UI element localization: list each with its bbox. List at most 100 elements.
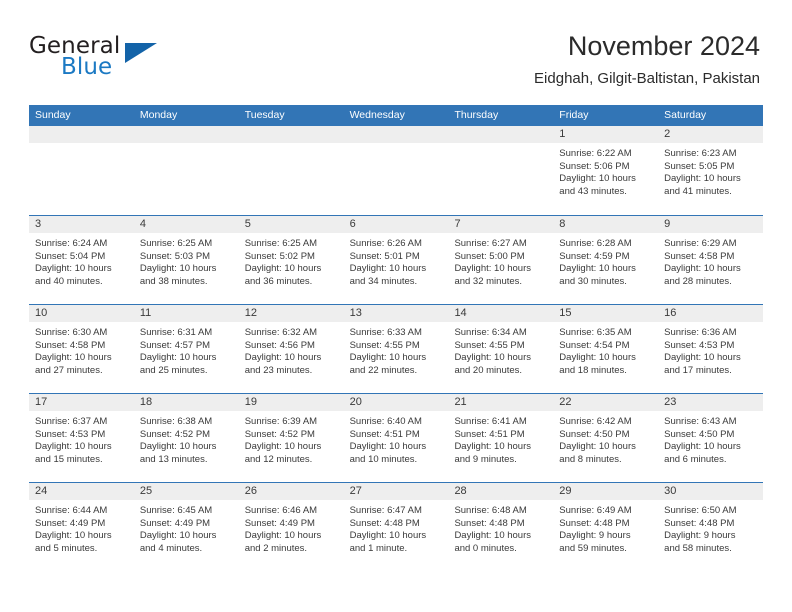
day-cell[interactable]: 17 Sunrise: 6:37 AM Sunset: 4:53 PM Dayligh… — [29, 394, 134, 482]
daylight-duration-line2: and 43 minutes. — [559, 185, 627, 197]
day-cell[interactable]: 4 Sunrise: 6:25 AM Sunset: 5:03 PM Daylight… — [133, 216, 239, 304]
day-cell[interactable]: 27 Sunrise: 6:47 AM Sunset: 4:48 PM Dayligh… — [343, 483, 449, 571]
day-details: Sunrise: 6:38 AM Sunset: 4:52 PM Daylight:… — [134, 411, 239, 466]
day-cell[interactable]: 9 Sunrise: 6:29 AM Sunset: 4:58 PM Daylight… — [658, 216, 764, 304]
day-number: 17 — [29, 394, 134, 411]
day-details: Sunrise: 6:29 AM Sunset: 4:58 PM Daylight:… — [658, 233, 763, 288]
day-cell[interactable]: 1 Sunrise: 6:22 AM Sunset: 5:06 PM Daylight… — [553, 126, 659, 215]
weekday-header-friday: Friday — [559, 109, 589, 121]
day-cell[interactable]: 28 Sunrise: 6:48 AM Sunset: 4:48 PM Dayligh… — [448, 483, 554, 571]
day-cell[interactable]: 19 Sunrise: 6:39 AM Sunset: 4:52 PM Dayligh… — [238, 394, 344, 482]
daylight-duration-line2: and 36 minutes. — [244, 275, 313, 287]
day-cell[interactable]: 3 Sunrise: 6:24 AM Sunset: 5:04 PM Daylight… — [29, 216, 134, 304]
day-details: Sunrise: 6:49 AM Sunset: 4:48 PM Daylight:… — [553, 500, 658, 555]
brand-name-blue: Blue — [61, 54, 113, 80]
calendar-page: General Blue November 2024 Eidghah, Gilg… — [0, 0, 792, 612]
day-details: Sunrise: 6:22 AM Sunset: 5:06 PM Daylight:… — [553, 143, 658, 198]
day-details: Sunrise: 6:41 AM Sunset: 4:51 PM Daylight:… — [448, 411, 553, 466]
day-details: Sunrise: 6:32 AM Sunset: 4:56 PM Daylight:… — [239, 322, 344, 377]
day-number: 4 — [133, 216, 239, 233]
sunrise-time: Sunrise: 6:43 AM — [664, 416, 737, 427]
day-number: 19 — [238, 394, 344, 411]
sunrise-time: Sunrise: 6:25 AM — [244, 238, 318, 249]
day-cell-empty — [448, 126, 554, 215]
sunrise-time: Sunrise: 6:31 AM — [139, 327, 213, 338]
daylight-duration-line1: Daylight: 10 hours — [35, 441, 112, 453]
day-cell[interactable]: 11 Sunrise: 6:31 AM Sunset: 4:57 PM Dayligh… — [133, 305, 239, 393]
daylight-duration-line2: and 23 minutes. — [244, 364, 313, 376]
day-cell[interactable]: 8 Sunrise: 6:28 AM Sunset: 4:59 PM Daylight… — [553, 216, 659, 304]
day-cell[interactable]: 7 Sunrise: 6:27 AM Sunset: 5:00 PM Daylight… — [448, 216, 554, 304]
sunrise-time: Sunrise: 6:35 AM — [559, 327, 632, 338]
day-cell[interactable]: 15 Sunrise: 6:35 AM Sunset: 4:54 PM Dayligh… — [553, 305, 659, 393]
daylight-duration-line2: and 6 minutes. — [664, 453, 727, 465]
daylight-duration-line1: Daylight: 10 hours — [244, 263, 322, 275]
day-details: Sunrise: 6:50 AM Sunset: 4:48 PM Daylight:… — [658, 500, 763, 555]
calendar-grid: Sunday Monday Tuesday Wednesday Thursday Frid… — [29, 105, 764, 571]
daylight-duration-line2: and 9 minutes. — [454, 453, 517, 465]
weekday-header-saturday: Saturday — [664, 109, 707, 121]
daylight-duration-line2: and 15 minutes. — [35, 453, 103, 465]
day-cell[interactable]: 25 Sunrise: 6:45 AM Sunset: 4:49 PM Dayligh… — [133, 483, 239, 571]
day-cell[interactable]: 13 Sunrise: 6:33 AM Sunset: 4:55 PM Dayligh… — [343, 305, 449, 393]
daylight-duration-line2: and 32 minutes. — [454, 275, 523, 287]
day-number: 16 — [658, 305, 764, 322]
day-cell[interactable]: 21 Sunrise: 6:41 AM Sunset: 4:51 PM Dayligh… — [448, 394, 554, 482]
sunset-time: Sunset: 4:54 PM — [559, 339, 630, 351]
brand-logo[interactable]: General Blue — [29, 33, 199, 83]
sunset-time: Sunset: 4:56 PM — [244, 339, 315, 351]
sunset-time: Sunset: 4:59 PM — [559, 250, 630, 262]
day-cell[interactable]: 2 Sunrise: 6:23 AM Sunset: 5:05 PM Daylight… — [658, 126, 764, 215]
calendar-week-row: 3 Sunrise: 6:24 AM Sunset: 5:04 PM Daylight… — [29, 215, 764, 304]
sunrise-time: Sunrise: 6:34 AM — [454, 327, 527, 338]
day-details: Sunrise: 6:25 AM Sunset: 5:03 PM Daylight:… — [134, 233, 239, 288]
day-cell[interactable]: 12 Sunrise: 6:32 AM Sunset: 4:56 PM Dayligh… — [238, 305, 344, 393]
weekday-header-tuesday: Tuesday — [244, 109, 285, 121]
day-number: 14 — [448, 305, 554, 322]
day-cell[interactable]: 26 Sunrise: 6:46 AM Sunset: 4:49 PM Dayligh… — [238, 483, 344, 571]
daylight-duration-line2: and 41 minutes. — [664, 185, 732, 197]
weekday-header-sunday: Sunday — [35, 109, 71, 121]
daylight-duration-line1: Daylight: 9 hours — [664, 530, 736, 542]
daylight-duration-line1: Daylight: 10 hours — [664, 173, 741, 185]
day-number: 9 — [658, 216, 764, 233]
day-cell[interactable]: 22 Sunrise: 6:42 AM Sunset: 4:50 PM Dayligh… — [553, 394, 659, 482]
day-cell[interactable]: 29 Sunrise: 6:49 AM Sunset: 4:48 PM Dayligh… — [553, 483, 659, 571]
day-cell-empty — [238, 126, 344, 215]
daylight-duration-line2: and 25 minutes. — [139, 364, 208, 376]
daylight-duration-line1: Daylight: 10 hours — [349, 263, 427, 275]
day-cell[interactable]: 10 Sunrise: 6:30 AM Sunset: 4:58 PM Dayligh… — [29, 305, 134, 393]
day-details: Sunrise: 6:45 AM Sunset: 4:49 PM Daylight:… — [134, 500, 239, 555]
daylight-duration-line2: and 20 minutes. — [454, 364, 523, 376]
day-cell[interactable]: 16 Sunrise: 6:36 AM Sunset: 4:53 PM Dayligh… — [658, 305, 764, 393]
sunrise-time: Sunrise: 6:41 AM — [454, 416, 527, 427]
sunset-time: Sunset: 4:49 PM — [35, 517, 106, 529]
calendar-week-row: 10 Sunrise: 6:30 AM Sunset: 4:58 PM Dayligh… — [29, 304, 764, 393]
day-details: Sunrise: 6:34 AM Sunset: 4:55 PM Daylight:… — [448, 322, 553, 377]
sunset-time: Sunset: 4:52 PM — [139, 428, 211, 440]
calendar-weeks: 1 Sunrise: 6:22 AM Sunset: 5:06 PM Daylight… — [29, 126, 764, 571]
day-cell[interactable]: 6 Sunrise: 6:26 AM Sunset: 5:01 PM Daylight… — [343, 216, 449, 304]
weekday-header-wednesday: Wednesday — [349, 109, 405, 121]
sunrise-time: Sunrise: 6:50 AM — [664, 505, 737, 516]
day-cell[interactable]: 23 Sunrise: 6:43 AM Sunset: 4:50 PM Dayligh… — [658, 394, 764, 482]
daylight-duration-line2: and 0 minutes. — [454, 542, 517, 554]
day-details: Sunrise: 6:27 AM Sunset: 5:00 PM Daylight:… — [448, 233, 553, 288]
sunrise-time: Sunrise: 6:32 AM — [244, 327, 318, 338]
day-details: Sunrise: 6:42 AM Sunset: 4:50 PM Daylight:… — [553, 411, 658, 466]
day-cell[interactable]: 20 Sunrise: 6:40 AM Sunset: 4:51 PM Dayligh… — [343, 394, 449, 482]
day-cell[interactable]: 18 Sunrise: 6:38 AM Sunset: 4:52 PM Dayligh… — [133, 394, 239, 482]
day-cell[interactable]: 5 Sunrise: 6:25 AM Sunset: 5:02 PM Daylight… — [238, 216, 344, 304]
day-cell[interactable]: 24 Sunrise: 6:44 AM Sunset: 4:49 PM Dayligh… — [29, 483, 134, 571]
daylight-duration-line2: and 58 minutes. — [664, 542, 732, 554]
sunset-time: Sunset: 4:53 PM — [35, 428, 106, 440]
day-cell[interactable]: 30 Sunrise: 6:50 AM Sunset: 4:48 PM Dayligh… — [658, 483, 764, 571]
day-cell[interactable]: 14 Sunrise: 6:34 AM Sunset: 4:55 PM Dayligh… — [448, 305, 554, 393]
sunrise-time: Sunrise: 6:23 AM — [664, 148, 737, 159]
daylight-duration-line1: Daylight: 10 hours — [349, 441, 427, 453]
daylight-duration-line2: and 4 minutes. — [139, 542, 203, 554]
sunset-time: Sunset: 5:02 PM — [244, 250, 315, 262]
sunset-time: Sunset: 4:51 PM — [454, 428, 525, 440]
day-number — [238, 126, 344, 143]
daylight-duration-line2: and 1 minute. — [349, 542, 408, 554]
